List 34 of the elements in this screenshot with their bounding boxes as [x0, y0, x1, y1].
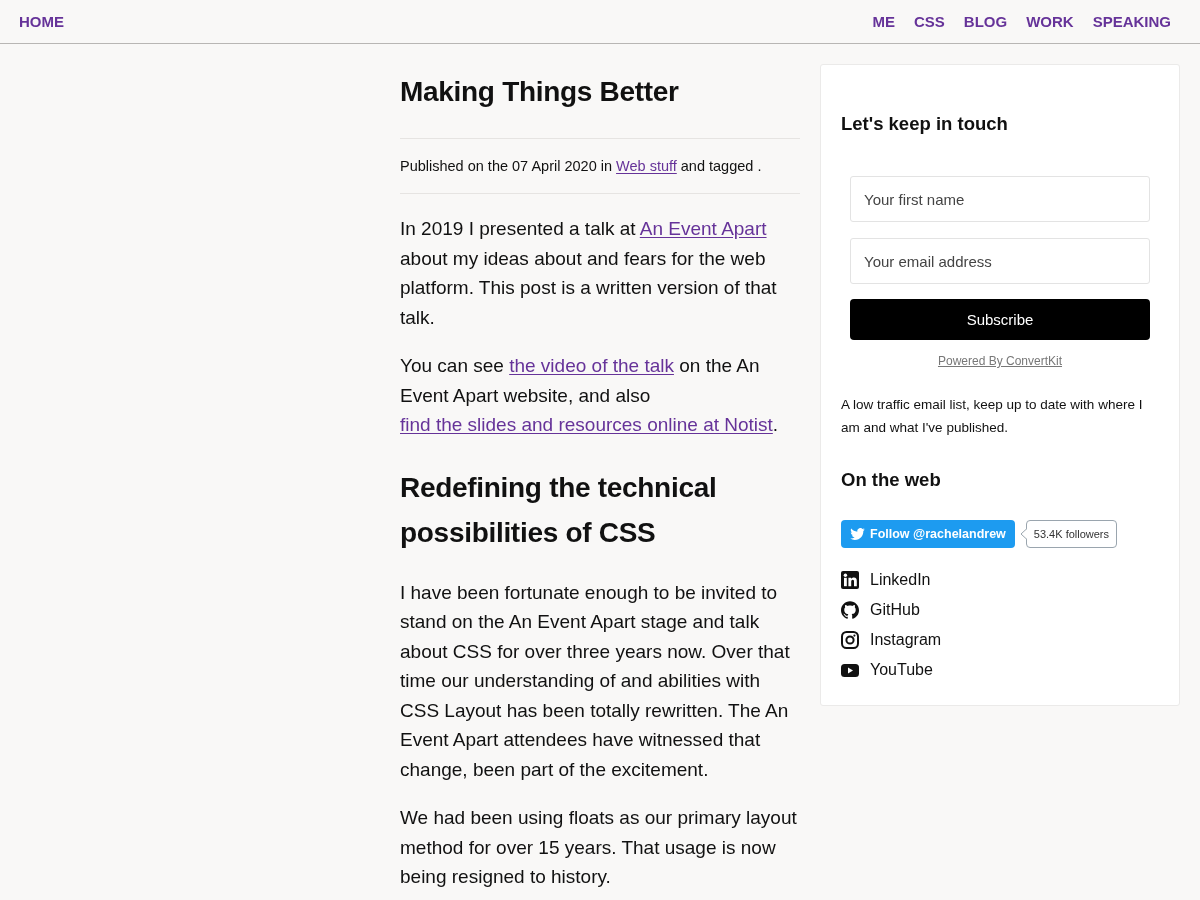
email-input-field[interactable]: Your email address: [850, 238, 1150, 284]
post-meta: Published on the 07 April 2020 in Web stuff and tagged .: [400, 157, 763, 176]
text-link[interactable]: An Event Apart: [639, 218, 767, 239]
bird-icon: [850, 528, 865, 540]
pointer-icon: [1019, 528, 1027, 540]
text-link[interactable]: find the slides and resources online at Notist: [400, 414, 773, 435]
paragraph: In 2019 I presented a talk at An Event Apart about my ideas about and fears for the web platform. This post is a written version of that talk.: [400, 217, 778, 330]
nav-link[interactable]: SPEAKING: [1092, 13, 1171, 30]
article-title: Making Things Better: [400, 75, 680, 109]
nav-link[interactable]: ME: [872, 13, 895, 30]
social-link[interactable]: GitHub: [841, 595, 920, 625]
cat-logo-icon: [841, 601, 859, 619]
section-heading: Redefining the technical possibilities of CSS: [400, 470, 718, 550]
camera-icon: [841, 631, 859, 649]
paragraph: You can see the video of the talk on the An Event Apart website, and also find the slides and resources online at Notist.: [400, 354, 780, 437]
text-link[interactable]: the video of the talk: [509, 355, 674, 376]
subscribe-button[interactable]: Subscribe: [850, 299, 1150, 340]
name-input-field[interactable]: Your first name: [850, 176, 1150, 222]
home-link[interactable]: HOME: [19, 13, 64, 30]
signup-heading: Let's keep in touch: [841, 112, 1009, 136]
category-link[interactable]: Web stuff: [616, 158, 677, 174]
signup-description: A low traffic email list, keep up to date with where I am and what I've published.: [841, 396, 1144, 437]
in-logo-icon: [841, 571, 859, 589]
powered-by-link[interactable]: Powered By ConvertKit: [937, 354, 1063, 368]
play-icon: [841, 663, 859, 677]
nav-link[interactable]: BLOG: [963, 13, 1008, 30]
nav-link[interactable]: CSS: [913, 13, 945, 30]
social-link[interactable]: YouTube: [841, 655, 933, 685]
social-link[interactable]: Instagram: [841, 625, 942, 655]
social-link[interactable]: LinkedIn: [841, 565, 931, 595]
paragraph: I have been fortunate enough to be invited to stand on the An Event Apart stage and talk about CSS for over three years now. Over that time our understanding of and abilities with CSS Layout has been totally rewritten. The An Event Apart attendees have witnessed that change, been part of the excitement.: [400, 580, 791, 782]
paragraph: We had been using floats as our primary layout method for over 15 years. That usage is now being resigned to history.: [400, 806, 798, 889]
nav-link[interactable]: WORK: [1026, 13, 1074, 30]
social-heading: On the web: [841, 468, 942, 492]
